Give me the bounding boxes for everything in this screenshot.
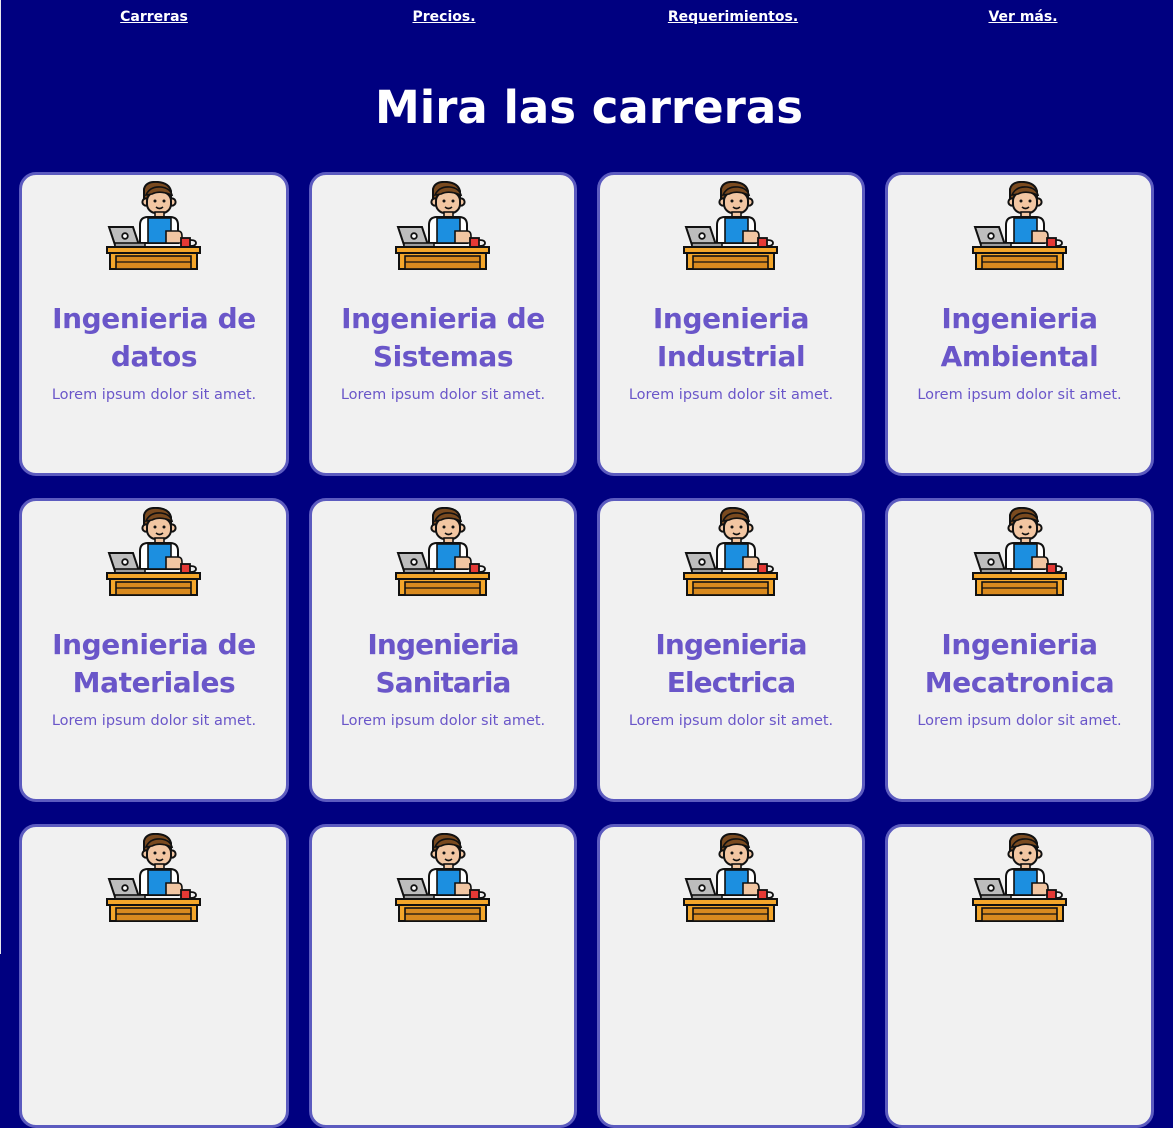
programmer-at-desk-icon	[395, 181, 491, 273]
programmer-at-desk-icon	[106, 507, 202, 599]
career-card[interactable]: Ingenieria Industrial Lorem ipsum dolor …	[597, 172, 865, 476]
page-title: Mira las carreras	[375, 81, 803, 134]
programmer-at-desk-icon	[106, 833, 202, 925]
career-card[interactable]	[597, 824, 865, 1128]
career-card[interactable]	[309, 824, 577, 1128]
card-description: Lorem ipsum dolor sit amet.	[917, 387, 1122, 403]
programmer-at-desk-icon	[972, 833, 1068, 925]
career-card[interactable]: Ingenieria Mecatronica Lorem ipsum dolor…	[885, 498, 1154, 802]
programmer-at-desk-icon	[106, 181, 202, 273]
card-title: Ingenieria de datos	[52, 302, 256, 373]
career-card[interactable]	[885, 824, 1154, 1128]
programmer-at-desk-icon	[683, 833, 779, 925]
card-description: Lorem ipsum dolor sit amet.	[628, 713, 834, 729]
card-description: Lorem ipsum dolor sit amet.	[917, 713, 1122, 729]
card-description: Lorem ipsum dolor sit amet.	[340, 713, 546, 729]
page-left-edge	[0, 0, 1, 954]
nav-link-precios[interactable]: Precios.	[412, 9, 475, 25]
career-card[interactable]: Ingenieria Electrica Lorem ipsum dolor s…	[597, 498, 865, 802]
nav-link-ver-mas[interactable]: Ver más.	[988, 9, 1057, 25]
career-card[interactable]: Ingenieria Sanitaria Lorem ipsum dolor s…	[309, 498, 577, 802]
nav-link-requerimientos[interactable]: Requerimientos.	[668, 9, 798, 25]
card-title: Ingenieria de Materiales	[52, 628, 256, 699]
career-grid: Ingenieria de datos Lorem ipsum dolor si…	[19, 172, 1154, 1128]
card-title: Ingenieria de Sistemas	[341, 302, 545, 373]
career-card[interactable]: Ingenieria Ambiental Lorem ipsum dolor s…	[885, 172, 1154, 476]
nav-link-carreras[interactable]: Carreras	[120, 9, 188, 25]
card-title: Ingenieria Electrica	[655, 628, 807, 699]
card-title: Ingenieria Sanitaria	[367, 628, 519, 699]
programmer-at-desk-icon	[972, 507, 1068, 599]
career-card[interactable]: Ingenieria de Materiales Lorem ipsum dol…	[19, 498, 289, 802]
programmer-at-desk-icon	[972, 181, 1068, 273]
card-description: Lorem ipsum dolor sit amet.	[51, 387, 257, 403]
card-title: Ingenieria Mecatronica	[924, 628, 1115, 699]
career-card[interactable]: Ingenieria de Sistemas Lorem ipsum dolor…	[309, 172, 577, 476]
programmer-at-desk-icon	[395, 833, 491, 925]
card-title: Ingenieria Industrial	[652, 302, 810, 373]
programmer-at-desk-icon	[683, 181, 779, 273]
top-navigation: Carreras Precios. Requerimientos. Ver má…	[0, 0, 1173, 38]
programmer-at-desk-icon	[683, 507, 779, 599]
career-card[interactable]	[19, 824, 289, 1128]
career-card[interactable]: Ingenieria de datos Lorem ipsum dolor si…	[19, 172, 289, 476]
card-title: Ingenieria Ambiental	[940, 302, 1099, 373]
card-description: Lorem ipsum dolor sit amet.	[340, 387, 546, 403]
programmer-at-desk-icon	[395, 507, 491, 599]
card-description: Lorem ipsum dolor sit amet.	[628, 387, 834, 403]
card-description: Lorem ipsum dolor sit amet.	[51, 713, 257, 729]
